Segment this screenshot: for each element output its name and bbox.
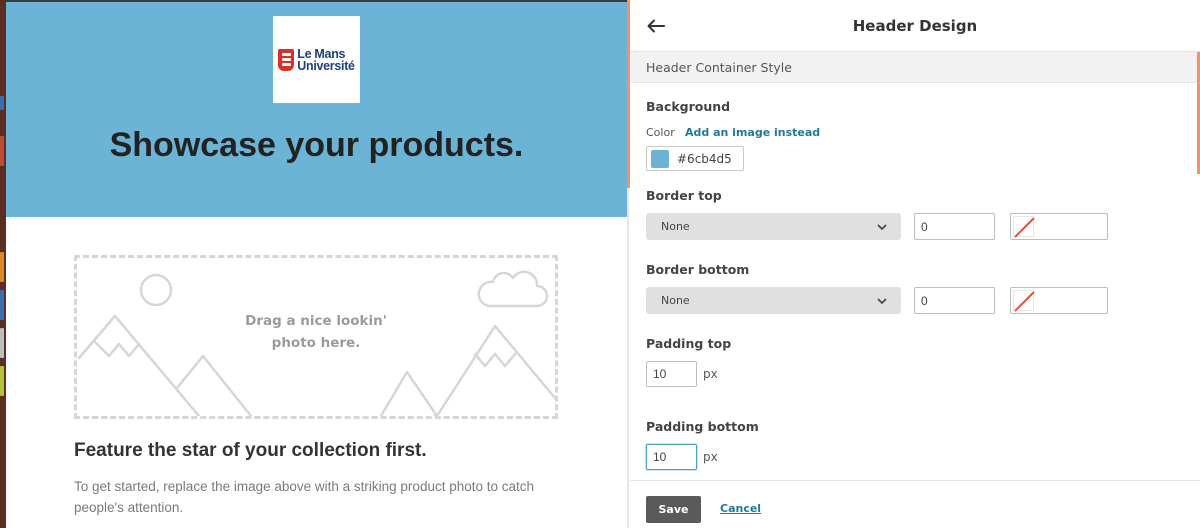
border-bottom-style-value: None	[661, 294, 690, 307]
border-top-color-picker[interactable]	[1010, 213, 1108, 240]
border-top-style-value: None	[661, 220, 690, 233]
save-button[interactable]: Save	[646, 496, 701, 523]
cancel-link[interactable]: Cancel	[720, 502, 761, 515]
padding-top-label: Padding top	[646, 336, 732, 351]
logo-block[interactable]: Le Mans Université	[273, 16, 360, 103]
color-swatch	[651, 149, 669, 168]
university-logo: Le Mans Université	[278, 46, 355, 73]
section-header[interactable]: Header Container Style	[630, 52, 1200, 83]
logo-line-1: Le Mans	[297, 46, 346, 61]
chevron-down-icon	[877, 297, 887, 304]
border-top-width-input[interactable]	[914, 213, 995, 240]
panel-title: Header Design	[852, 17, 978, 35]
hero-title[interactable]: Showcase your products.	[6, 126, 627, 165]
photo-placeholder-text: Drag a nice lookin' photo here.	[77, 310, 555, 354]
padding-bottom-unit: px	[703, 450, 718, 464]
logo-line-2: Université	[297, 58, 355, 73]
panel-header: Header Design	[630, 0, 1200, 52]
background-color-hex: #6cb4d5	[677, 151, 732, 166]
feature-body[interactable]: To get started, replace the image above …	[74, 476, 564, 518]
pane-divider	[627, 188, 629, 528]
padding-top-input[interactable]	[646, 361, 697, 387]
chevron-down-icon	[877, 223, 887, 230]
header-design-panel: Header Design Header Container Style Bac…	[630, 0, 1200, 528]
dock-indicator	[0, 328, 4, 358]
background-color-field[interactable]: #6cb4d5	[646, 146, 744, 171]
logo-wordmark: Le Mans Université	[297, 46, 355, 73]
padding-bottom-label: Padding bottom	[646, 419, 759, 434]
photo-placeholder-line-2: photo here.	[271, 335, 361, 351]
dock-indicator	[0, 366, 4, 396]
border-top-style-select[interactable]: None	[646, 213, 901, 240]
no-color-swatch-icon	[1013, 216, 1035, 238]
feature-title[interactable]: Feature the star of your collection firs…	[74, 440, 427, 462]
no-color-swatch-icon	[1013, 290, 1035, 312]
padding-top-unit: px	[703, 367, 718, 381]
dock-indicator	[0, 290, 4, 320]
background-mode-label: Color	[646, 126, 675, 139]
photo-dropzone[interactable]: Drag a nice lookin' photo here.	[74, 255, 558, 419]
dock-indicator	[0, 136, 4, 166]
border-bottom-color-picker[interactable]	[1010, 287, 1108, 314]
background-label: Background	[646, 99, 731, 114]
dock-indicator	[0, 252, 4, 282]
photo-placeholder-line-1: Drag a nice lookin'	[245, 313, 387, 329]
panel-footer: Save Cancel	[630, 480, 1200, 528]
header-block[interactable]: Le Mans Université Showcase your product…	[6, 2, 627, 217]
border-bottom-label: Border bottom	[646, 262, 750, 277]
border-top-label: Border top	[646, 188, 722, 203]
crest-icon	[278, 48, 295, 71]
dock-indicator	[0, 96, 4, 110]
padding-bottom-input[interactable]	[646, 444, 697, 470]
section-title: Header Container Style	[646, 60, 792, 75]
add-image-link[interactable]: Add an image instead	[685, 126, 820, 139]
border-bottom-width-input[interactable]	[914, 287, 995, 314]
email-preview: Le Mans Université Showcase your product…	[6, 0, 627, 528]
border-bottom-style-select[interactable]: None	[646, 287, 901, 314]
